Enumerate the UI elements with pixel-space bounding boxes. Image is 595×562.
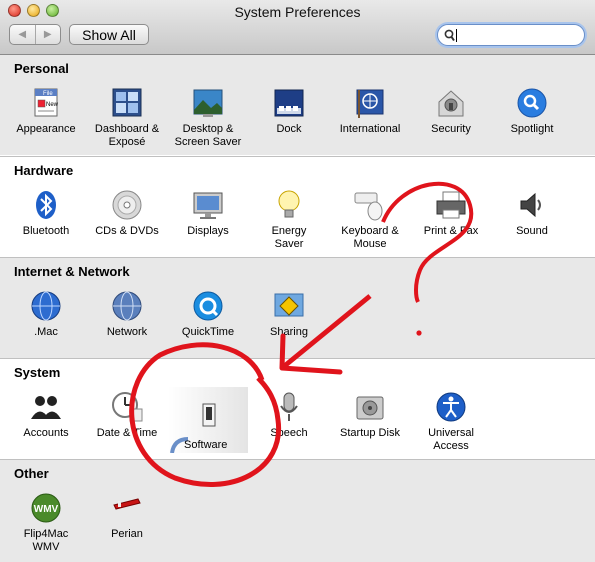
window-title: System Preferences [234,4,361,20]
pane-appearance[interactable]: File New Appearance [5,86,87,136]
pane-desktop-screensaver[interactable]: Desktop & Screen Saver [167,86,249,149]
pane-perian[interactable]: Perian [86,491,168,541]
cd-dvd-icon [110,188,144,222]
pane-bluetooth[interactable]: Bluetooth [5,188,87,238]
dock-icon [272,86,306,120]
pane-network[interactable]: Network [86,289,168,339]
accounts-icon [29,390,63,424]
pane-label: Appearance [16,123,76,135]
pane-speech[interactable]: Speech [248,390,330,440]
section-title: Hardware [14,163,74,178]
pane-label: Network [106,326,148,338]
pane-keyboard-mouse[interactable]: Keyboard & Mouse [329,188,411,251]
pane-displays[interactable]: Displays [167,188,249,238]
section-title: Internet & Network [14,264,130,279]
search-icon [444,29,455,42]
dotmac-icon [29,289,63,323]
pane-international[interactable]: International [329,86,411,136]
pane-cds-dvds[interactable]: CDs & DVDs [86,188,168,238]
network-icon [110,289,144,323]
pane-label: Date & Time [96,427,158,439]
pane-energy-saver[interactable]: Energy Saver [248,188,330,251]
pane-label: Startup Disk [340,427,400,439]
section-internet-network: Internet & Network .Mac Network QuickTim… [0,257,595,358]
section-system: System Accounts Date & Time Speech Start… [0,358,595,459]
section-personal: Personal File New Appearance Dashboard & … [0,55,595,155]
pane-accounts[interactable]: Accounts [5,390,87,440]
section-title: Other [14,466,49,481]
pane-label: CDs & DVDs [95,225,159,237]
pane-label: Print & Fax [423,225,479,237]
window-titlebar: System Preferences ◀ ▶ Show All [0,0,595,55]
svg-text:WMV: WMV [34,504,59,515]
forward-button[interactable]: ▶ [36,25,61,44]
pane-label: Spotlight [510,123,554,135]
pane-startup-disk[interactable]: Startup Disk [329,390,411,440]
section-title: Personal [14,61,69,76]
pane-label: Perian [111,528,143,540]
pane-sharing[interactable]: Sharing [248,289,330,339]
spotlight-icon [515,86,549,120]
pane-dotmac[interactable]: .Mac [5,289,87,339]
pane-print-fax[interactable]: Print & Fax [410,188,492,238]
pane-label: Accounts [23,427,69,439]
pane-universal-access[interactable]: Universal Access [410,390,492,453]
universal-access-icon [434,390,468,424]
print-fax-icon [434,188,468,222]
pane-label: QuickTime [181,326,235,338]
pane-label: Displays [187,225,229,237]
sharing-icon [272,289,306,323]
search-field[interactable] [437,24,585,46]
date-time-icon [110,390,144,424]
dragged-pane-label: Software [184,439,228,451]
pane-dock[interactable]: Dock [248,86,330,136]
keyboard-mouse-icon [353,188,387,222]
svg-text:File: File [43,91,53,97]
svg-text:New: New [46,102,59,108]
perian-icon [110,491,144,525]
pane-label: Sharing [270,326,308,338]
pane-flip4mac[interactable]: WMV Flip4Mac WMV [5,491,87,554]
pane-spotlight[interactable]: Spotlight [491,86,573,136]
displays-icon [191,188,225,222]
pane-label: Bluetooth [22,225,70,237]
sound-icon [515,188,549,222]
desktop-screensaver-icon [191,86,225,120]
quicktime-icon [191,289,225,323]
pane-label: Dock [276,123,302,135]
section-title: System [14,365,61,380]
security-icon [434,86,468,120]
pane-label: Keyboard & Mouse [341,225,399,250]
pane-label: Desktop & Screen Saver [174,123,242,148]
speech-icon [272,390,306,424]
back-button[interactable]: ◀ [10,25,36,44]
appearance-icon: File New [29,86,63,120]
pane-label: Dashboard & Exposé [94,123,160,148]
pane-label: Energy Saver [271,225,307,250]
pane-label: .Mac [34,326,58,338]
section-other: Other WMV Flip4Mac WMV Perian [0,459,595,562]
show-all-button[interactable]: Show All [69,24,149,45]
pane-date-time[interactable]: Date & Time [86,390,168,440]
pane-security[interactable]: Security [410,86,492,136]
back-forward-control: ◀ ▶ [9,24,61,45]
energy-saver-icon [272,188,306,222]
pane-sound[interactable]: Sound [491,188,573,238]
pane-label: Security [431,123,471,135]
section-hardware: Hardware Bluetooth CDs & DVDs Displays E… [0,156,595,257]
international-icon [353,86,387,120]
dragged-software-pane[interactable]: Software [168,387,248,453]
search-input[interactable] [456,29,457,42]
pane-label: Universal Access [428,427,474,452]
pane-label: Speech [270,427,308,439]
flip4mac-icon: WMV [29,491,63,525]
startup-disk-icon [353,390,387,424]
pane-label: Sound [516,225,548,237]
pane-label: International [339,123,401,135]
bluetooth-icon [29,188,63,222]
pane-label: Flip4Mac WMV [23,528,69,553]
dashboard-expose-icon [110,86,144,120]
pane-quicktime[interactable]: QuickTime [167,289,249,339]
pane-dashboard-expose[interactable]: Dashboard & Exposé [86,86,168,149]
